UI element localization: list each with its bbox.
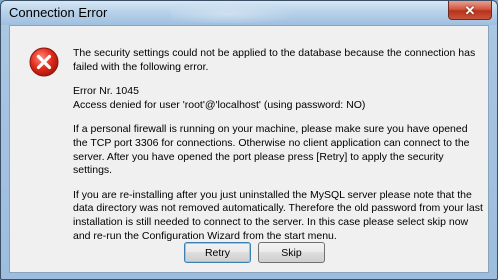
error-icon: [29, 47, 59, 77]
title-bar-decoration: [171, 1, 311, 23]
message-error-details: Error Nr. 1045 Access denied for user 'r…: [73, 85, 483, 112]
window-title: Connection Error: [9, 5, 108, 20]
title-bar[interactable]: Connection Error ✕: [1, 1, 497, 25]
message-intro: The security settings could not be appli…: [73, 47, 476, 73]
close-icon: ✕: [464, 2, 476, 18]
message-firewall-hint: If a personal firewall is running on you…: [73, 123, 470, 177]
error-description: Access denied for user 'root'@'localhost…: [73, 98, 366, 111]
close-button[interactable]: ✕: [448, 1, 492, 20]
error-number: Error Nr. 1045: [73, 85, 139, 98]
dialog-window: Connection Error ✕ The security settings…: [0, 0, 498, 280]
skip-button[interactable]: Skip: [258, 242, 325, 263]
error-message: The security settings could not be appli…: [73, 47, 483, 254]
message-reinstall-hint: If you are re-installing after you just …: [73, 188, 483, 242]
retry-button[interactable]: Retry: [184, 242, 251, 263]
dialog-body: The security settings could not be appli…: [9, 25, 489, 273]
